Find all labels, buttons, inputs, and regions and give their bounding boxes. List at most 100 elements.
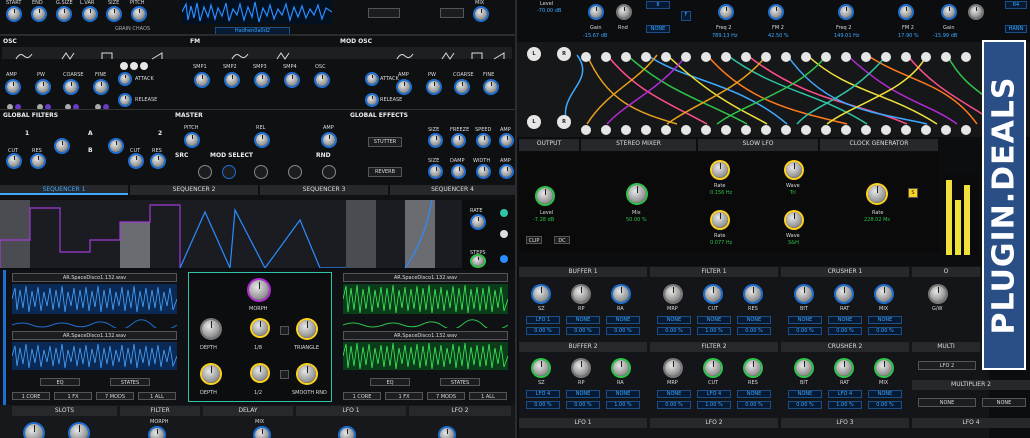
reverb-dropdown[interactable]: REVERB [368,167,402,177]
stutter-freeze-knob[interactable] [453,135,464,146]
patch-top-r[interactable]: R [557,47,571,61]
buffer1-sz-amt[interactable]: 0.00 % [526,327,560,335]
buffer1-rp-amt[interactable]: 0.00 % [566,327,600,335]
osc-release-knob[interactable] [120,95,130,105]
master-amp-knob[interactable] [323,134,335,146]
buffer2-sz-knob[interactable] [533,360,549,376]
filter2-mrp-mod[interactable]: NONE [657,390,691,398]
smp3-knob[interactable] [256,74,268,86]
tab-sequencer-4[interactable]: SEQUENCER 4 [390,185,515,195]
left-fx-button[interactable]: 1 FX [54,392,92,400]
tab-sequencer-3[interactable]: SEQUENCER 3 [260,185,388,195]
cut2-knob[interactable] [130,155,142,167]
stutter-speed-knob[interactable] [478,135,489,146]
crusher2-rat-mod[interactable]: LFO 4 [828,390,862,398]
right-eq-button[interactable]: EQ [370,378,410,386]
lfo2-knob[interactable] [440,428,454,438]
buffer2-sz-amt[interactable]: 0.00 % [526,401,560,409]
buffer1-ra-mod[interactable]: NONE [606,316,640,324]
slow-lfo-wave2-knob[interactable] [786,212,802,228]
slow-lfo-wave-knob[interactable] [786,162,802,178]
mix-knob[interactable] [475,8,487,20]
filter2-cut-mod[interactable]: LFO 4 [697,390,731,398]
buffer1-sz-knob[interactable] [533,286,549,302]
filter-morph-bottom-knob[interactable] [150,428,164,438]
mod-amp-knob[interactable] [398,81,410,93]
crusher1-bit-mod[interactable]: NONE [788,316,822,324]
right-deck-file[interactable]: AR.SpaceDisco1.132.wav [343,273,508,282]
filter1-res-mod[interactable]: NONE [737,316,771,324]
patch-bottom-jacks[interactable] [580,121,980,135]
slow-lfo-rate-knob[interactable] [712,162,728,178]
gain-knob[interactable] [590,6,602,18]
right-deck-waveform[interactable] [343,284,508,314]
filter1-cut-mod[interactable]: NONE [697,316,731,324]
osc-fine-knob[interactable] [95,81,107,93]
stereo-mix-knob[interactable] [628,185,646,203]
filter2-mrp-amt[interactable]: 0.00 % [657,401,691,409]
mode2-dropdown[interactable] [440,8,464,18]
slot-knob-2[interactable] [70,424,88,438]
seq-sync-icon[interactable] [500,209,508,217]
mod-attack-knob[interactable] [367,74,377,84]
buffer1-ra-amt[interactable]: 0.00 % [606,327,640,335]
start-knob[interactable] [8,8,20,20]
filter2-mrp-knob[interactable] [665,360,681,376]
depth2-knob[interactable] [202,365,220,383]
freq2-knob[interactable] [720,6,732,18]
smp4-knob[interactable] [286,74,298,86]
crusher2-bit-amt[interactable]: 0.00 % [788,401,822,409]
right-all-button[interactable]: 1 ALL [469,392,507,400]
window-hann-select[interactable]: HANN [1005,25,1027,33]
tab-sequencer-2[interactable]: SEQUENCER 2 [130,185,258,195]
gsize-knob[interactable] [58,8,70,20]
patch-bottom-r[interactable]: R [557,115,571,129]
left-deck-waveform[interactable] [12,284,177,314]
rate-1-8-knob[interactable] [252,320,268,336]
filter2-res-mod[interactable]: NONE [737,390,771,398]
osc-amp-knob[interactable] [7,81,19,93]
clip-button[interactable]: CLIP [526,236,542,244]
reverb-size-knob[interactable] [430,166,441,177]
morph-toggle-1[interactable] [280,326,289,335]
depth-knob[interactable] [202,320,220,338]
right-deck-file2[interactable]: AR.SpaceDisco1.132.wav [343,331,508,340]
crusher2-mix-mod[interactable]: NONE [868,390,902,398]
filter1-cut-knob[interactable] [705,286,721,302]
fm-osc-knob[interactable] [316,74,328,86]
stutter-amp-knob[interactable] [501,135,512,146]
end-knob[interactable] [33,8,45,20]
left-mods-button[interactable]: 7 MODS [96,392,134,400]
crusher1-rat-mod[interactable]: NONE [828,316,862,324]
mod-select-1-button[interactable] [222,165,236,179]
filter2-cut-amt[interactable]: 1.00 % [697,401,731,409]
morph-toggle-2[interactable] [280,370,289,379]
left-states-button[interactable]: STATES [110,378,150,386]
crusher2-mix-amt[interactable]: 0.00 % [868,401,902,409]
mod-pw-knob[interactable] [428,81,440,93]
buffer1-rp-knob[interactable] [573,286,589,302]
crusher2-rat-knob[interactable] [836,360,852,376]
crusher2-bit-knob[interactable] [796,360,812,376]
fm2-knob[interactable] [770,6,782,18]
buffer1-sz-mod[interactable]: LFO 1 [526,316,560,324]
fm2b-knob[interactable] [900,6,912,18]
crusher1-bit-knob[interactable] [796,286,812,302]
sequencer-display[interactable] [0,200,462,268]
delay-mix-knob[interactable] [255,428,269,438]
grain-waveform[interactable] [182,0,332,24]
right-states-button[interactable]: STATES [440,378,480,386]
size-64-field[interactable]: 64 [1005,1,1027,9]
smp2-knob[interactable] [226,74,238,86]
rnd-button-2[interactable] [322,165,336,179]
rnd2-knob[interactable] [970,6,982,18]
left-deck-file2[interactable]: AR.SpaceDisco1.132.wav [12,331,177,340]
seq-rate-knob[interactable] [472,216,484,228]
morph-knob[interactable] [249,280,269,300]
left-eq-button[interactable]: EQ [40,378,80,386]
res1-knob[interactable] [32,155,44,167]
lfo2-select[interactable]: LFO 2 [918,361,976,370]
crusher2-rat-amt[interactable]: 1.00 % [828,401,862,409]
filter1-mrp-mod[interactable]: NONE [657,316,691,324]
stutter-dropdown[interactable]: STUTTER [368,137,402,147]
